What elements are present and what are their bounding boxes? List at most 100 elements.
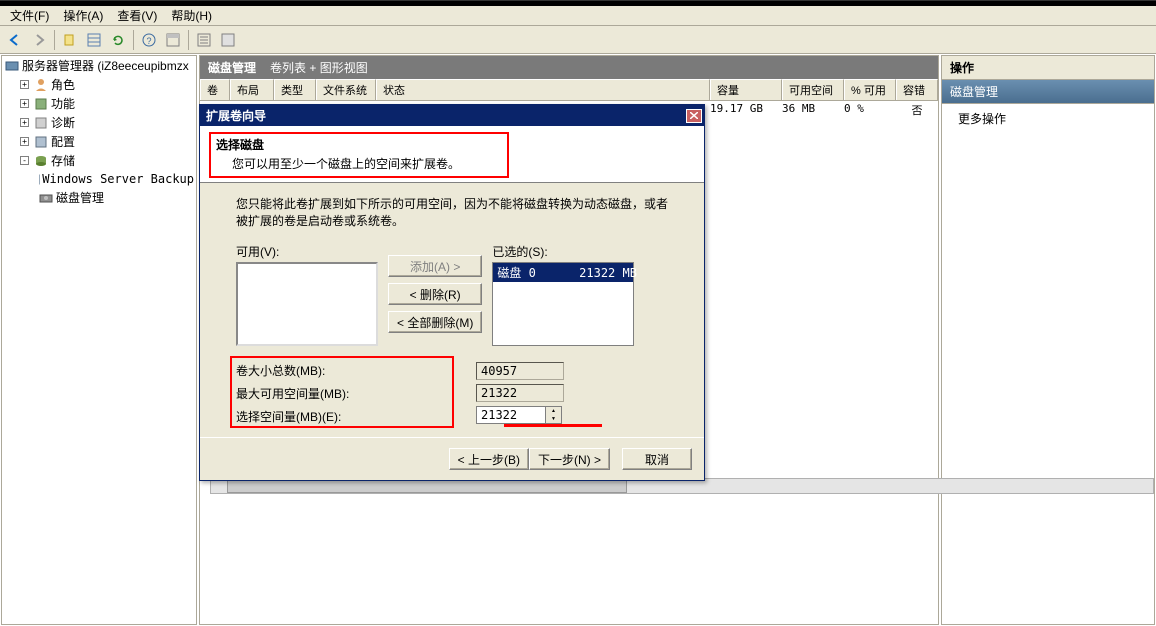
tool-btn-5[interactable]	[217, 29, 239, 51]
refresh-icon	[111, 33, 125, 47]
col-volume[interactable]: 卷	[200, 79, 230, 100]
scrollbar-thumb[interactable]	[227, 479, 627, 493]
col-free[interactable]: 可用空间	[782, 79, 844, 100]
col-layout[interactable]: 布局	[230, 79, 274, 100]
col-fault[interactable]: 容错	[896, 79, 938, 100]
features-icon	[33, 96, 49, 112]
back-button[interactable]: < 上一步(B)	[449, 448, 529, 470]
cell-capacity: 19.17 GB	[710, 102, 782, 118]
values-inputs: 40957 21322 ▲ ▼	[476, 362, 564, 425]
toolbar-separator	[188, 30, 189, 50]
tool-btn-1[interactable]	[59, 29, 81, 51]
tree-features[interactable]: + 功能	[2, 94, 196, 113]
tree-diskmgmt-label: 磁盘管理	[56, 189, 104, 206]
toolbar-separator	[133, 30, 134, 50]
menu-file[interactable]: 文件(F)	[4, 6, 55, 25]
close-icon	[690, 112, 698, 119]
page-icon	[63, 33, 77, 47]
refresh-button[interactable]	[107, 29, 129, 51]
max-label: 最大可用空间量(MB):	[236, 385, 416, 402]
total-label: 卷大小总数(MB):	[236, 362, 416, 379]
select-amount-input[interactable]	[476, 406, 546, 424]
wizard-title-text: 扩展卷向导	[206, 107, 266, 124]
cell-fault: 否	[896, 102, 938, 118]
menu-help[interactable]: 帮助(H)	[165, 6, 218, 25]
tree-wsb[interactable]: Windows Server Backup	[2, 170, 196, 188]
expand-icon[interactable]: +	[20, 137, 29, 146]
server-icon	[4, 58, 20, 74]
tree-roles[interactable]: + 角色	[2, 75, 196, 94]
available-listbox[interactable]	[236, 262, 378, 346]
values-section: 卷大小总数(MB): 最大可用空间量(MB): 选择空间量(MB)(E): 40…	[236, 362, 668, 425]
tree-root-label: 服务器管理器 (iZ8eeceupibmzx	[22, 57, 189, 74]
col-capacity[interactable]: 容量	[710, 79, 782, 100]
roles-icon	[33, 77, 49, 93]
actions-header: 操作	[942, 56, 1154, 80]
collapse-icon[interactable]: -	[20, 156, 29, 165]
col-status[interactable]: 状态	[376, 79, 710, 100]
cancel-button[interactable]: 取消	[622, 448, 692, 470]
dm-header: 磁盘管理 卷列表 + 图形视图	[200, 56, 938, 79]
col-type[interactable]: 类型	[274, 79, 316, 100]
nav-forward-button[interactable]	[28, 29, 50, 51]
dm-subtitle: 卷列表 + 图形视图	[270, 59, 368, 76]
arrow-right-icon	[31, 32, 47, 48]
wizard-titlebar[interactable]: 扩展卷向导	[200, 105, 704, 126]
menu-view[interactable]: 查看(V)	[111, 6, 163, 25]
remove-button[interactable]: < 删除(R)	[388, 283, 482, 305]
tree-config[interactable]: + 配置	[2, 132, 196, 151]
help-icon: ?	[142, 33, 156, 47]
wizard-footer: < 上一步(B) 下一步(N) > 取消	[200, 437, 704, 480]
expand-icon[interactable]: +	[20, 80, 29, 89]
tree-wsb-label: Windows Server Backup	[42, 172, 194, 186]
storage-icon	[33, 153, 49, 169]
tree-storage[interactable]: - 存储	[2, 151, 196, 170]
expand-icon[interactable]: +	[20, 99, 29, 108]
select-label: 选择空间量(MB)(E):	[236, 408, 416, 425]
actions-section: 磁盘管理	[942, 80, 1154, 104]
spin-up-button[interactable]: ▲	[546, 407, 561, 415]
list-item[interactable]: 磁盘 0 21322 MB	[493, 263, 633, 282]
layout-icon	[166, 33, 180, 47]
wizard-step-subtitle: 您可以用至少一个磁盘上的空间来扩展卷。	[216, 155, 688, 172]
tree-storage-label: 存储	[51, 152, 75, 169]
tree-diagnostics[interactable]: + 诊断	[2, 113, 196, 132]
dm-columns: 卷 布局 类型 文件系统 状态 容量 可用空间 % 可用 容错	[200, 79, 938, 101]
select-amount-spinner: ▲ ▼	[476, 406, 564, 424]
menu-action[interactable]: 操作(A)	[57, 6, 109, 25]
nav-back-button[interactable]	[4, 29, 26, 51]
tree-features-label: 功能	[51, 95, 75, 112]
more-actions-link[interactable]: 更多操作	[942, 104, 1154, 133]
disk-picker-row: 可用(V): 添加(A) > < 删除(R) < 全部删除(M) 已选的(S):…	[236, 243, 668, 346]
list-icon	[197, 33, 211, 47]
config-icon	[33, 134, 49, 150]
spin-down-button[interactable]: ▼	[546, 415, 561, 423]
diagnostics-icon	[33, 115, 49, 131]
cell-pct: 0 %	[844, 102, 896, 118]
selected-listbox[interactable]: 磁盘 0 21322 MB	[492, 262, 634, 346]
extend-volume-wizard: 扩展卷向导 选择磁盘 您可以用至少一个磁盘上的空间来扩展卷。 您只能将此卷扩展到…	[199, 104, 705, 481]
actions-panel: 操作 磁盘管理 更多操作	[941, 55, 1155, 625]
close-button[interactable]	[686, 109, 702, 123]
available-column: 可用(V):	[236, 243, 378, 346]
max-value: 21322	[476, 384, 564, 402]
remove-all-button[interactable]: < 全部删除(M)	[388, 311, 482, 333]
next-button[interactable]: 下一步(N) >	[529, 448, 610, 470]
expand-icon[interactable]: +	[20, 118, 29, 127]
wizard-header: 选择磁盘 您可以用至少一个磁盘上的空间来扩展卷。	[200, 126, 704, 183]
tree-root[interactable]: 服务器管理器 (iZ8eeceupibmzx	[2, 56, 196, 75]
annotation-underline	[504, 424, 602, 427]
values-labels: 卷大小总数(MB): 最大可用空间量(MB): 选择空间量(MB)(E):	[236, 362, 416, 425]
tool-btn-4[interactable]	[193, 29, 215, 51]
wizard-step-title: 选择磁盘	[216, 136, 688, 153]
col-pctfree[interactable]: % 可用	[844, 79, 896, 100]
tool-btn-3[interactable]	[162, 29, 184, 51]
spinner-buttons: ▲ ▼	[546, 406, 562, 424]
backup-icon	[38, 171, 40, 187]
tree-diskmgmt[interactable]: 磁盘管理	[2, 188, 196, 207]
help-button[interactable]: ?	[138, 29, 160, 51]
add-button[interactable]: 添加(A) >	[388, 255, 482, 277]
tool-btn-2[interactable]	[83, 29, 105, 51]
tree-roles-label: 角色	[51, 76, 75, 93]
col-fs[interactable]: 文件系统	[316, 79, 376, 100]
